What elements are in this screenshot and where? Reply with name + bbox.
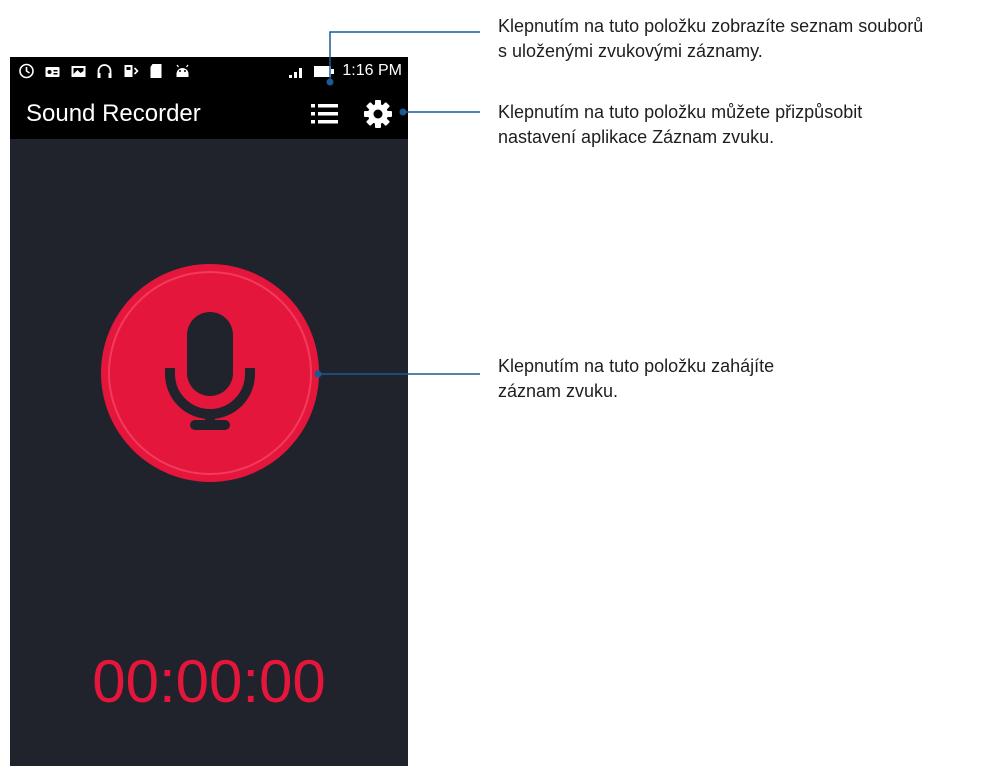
radio-icon	[45, 67, 60, 77]
callout-settings-line1: Klepnutím na tuto položku můžete přizpůs…	[498, 102, 863, 122]
callout-settings: Klepnutím na tuto položku můžete přizpůs…	[498, 100, 862, 150]
callout-list: Klepnutím na tuto položku zobrazíte sezn…	[498, 14, 923, 64]
android-icon	[176, 64, 189, 77]
app-bar: Sound Recorder	[10, 88, 408, 139]
callout-record-line1: Klepnutím na tuto položku zahájíte	[498, 356, 775, 376]
sd-card-icon	[150, 64, 162, 78]
signal-icon	[289, 68, 303, 78]
microphone-icon	[165, 312, 255, 430]
status-bar: 1:16 PM	[10, 57, 408, 88]
headset-icon	[97, 64, 112, 78]
app-title: Sound Recorder	[26, 100, 201, 127]
callout-record-line2: záznam zvuku.	[498, 381, 619, 401]
phone-screen: 1:16 PM Sound Recorder 00:00:00	[10, 57, 408, 766]
status-time: 1:16 PM	[342, 62, 402, 79]
gallery-icon	[71, 66, 86, 77]
callout-record: Klepnutím na tuto položku zahájíte zázna…	[498, 354, 774, 404]
gear-icon[interactable]	[363, 99, 393, 129]
battery-saver-icon	[124, 65, 139, 77]
list-icon[interactable]	[310, 100, 340, 128]
clock-icon	[19, 63, 34, 79]
callout-settings-line2: nastavení aplikace Záznam zvuku.	[498, 127, 775, 147]
recording-timer: 00:00:00	[92, 648, 326, 715]
callout-list-line2: s uloženými zvukovými záznamy.	[498, 41, 763, 61]
callout-list-line1: Klepnutím na tuto položku zobrazíte sezn…	[498, 16, 924, 36]
battery-icon	[314, 66, 335, 77]
record-button[interactable]	[101, 264, 319, 482]
